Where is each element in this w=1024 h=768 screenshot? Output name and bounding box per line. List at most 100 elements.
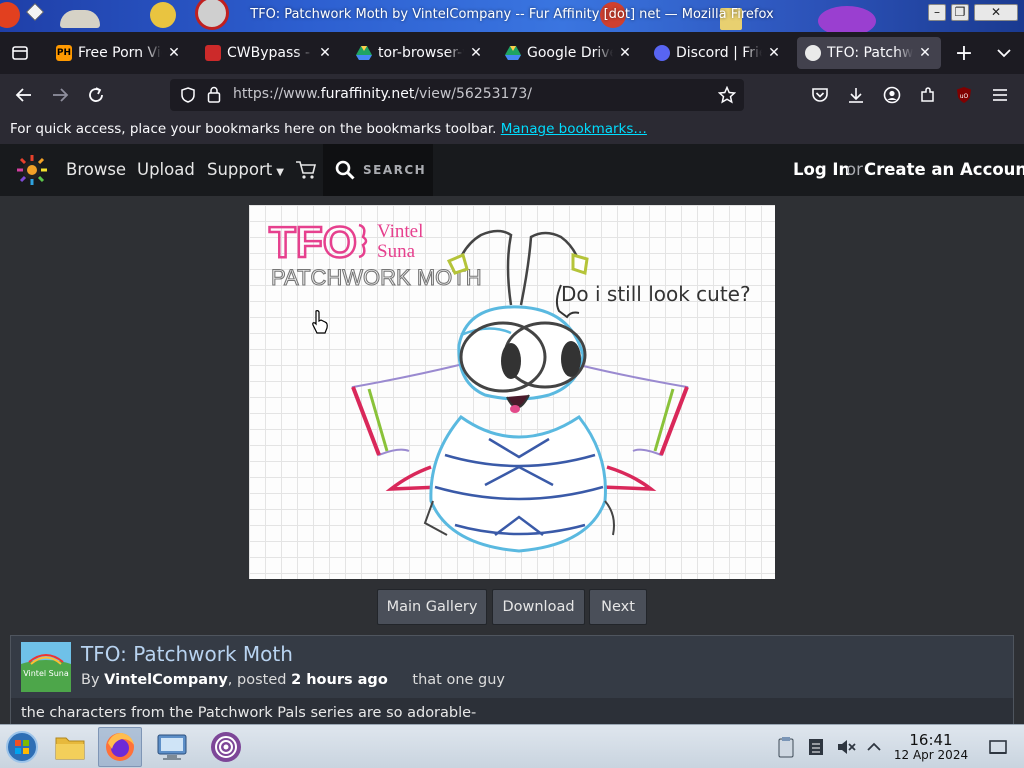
tab-label: tor-browser-windows [378,45,464,61]
reload-button[interactable] [84,83,108,107]
search-icon [335,160,355,180]
back-button[interactable] [12,83,36,107]
posted-time: 2 hours ago [291,672,388,688]
arrow-left-icon [15,88,31,102]
forward-button[interactable] [48,83,72,107]
tab-close-icon[interactable]: ✕ [917,45,933,61]
nav-support-dropdown[interactable]: Support ▼ [207,160,284,179]
nav-browse-link[interactable]: Browse [66,160,126,179]
url-bar[interactable]: https://www.furaffinity.net/view/5625317… [170,79,744,111]
list-all-tabs-button[interactable] [992,41,1016,65]
tab-1[interactable]: CWBypass - Tor ✕ [197,37,341,69]
lock-icon[interactable] [207,86,221,103]
tab-label: Free Porn Videos [78,45,162,61]
next-button[interactable]: Next [589,589,647,625]
window-title: TFO: Patchwork Moth by VintelCompany -- … [250,7,774,22]
search-placeholder: SEARCH [363,163,427,177]
url-domain: furaffinity.net [320,86,415,102]
new-tab-button[interactable]: + [952,41,976,66]
nav-upload-link[interactable]: Upload [137,160,195,179]
tab-label: CWBypass - Tor [227,45,313,61]
tab-strip: PH Free Porn Videos ✕ CWBypass - Tor ✕ t… [0,32,1024,74]
tab-5[interactable]: TFO: Patchwork Moth ✕ [797,37,941,69]
tab-3[interactable]: Google Drive ✕ [497,37,641,69]
tab-label: Google Drive [527,45,613,61]
downloads-button[interactable] [844,83,868,107]
tab-manager-icon [12,46,28,60]
submission-description: the characters from the Patchwork Pals s… [11,698,1013,724]
tab-close-icon[interactable]: ✕ [766,45,782,61]
show-desktop-button[interactable] [980,727,1016,767]
desktop-icon [989,740,1007,754]
chevron-up-icon [867,742,881,751]
author-link[interactable]: VintelCompany [104,672,228,688]
submission-title: TFO: Patchwork Moth [81,642,293,666]
hamburger-menu-icon [993,89,1007,101]
bookmarks-toolbar: For quick access, place your bookmarks h… [0,116,1024,144]
url-text[interactable]: https://www.furaffinity.net/view/5625317… [233,86,532,102]
extensions-button[interactable] [916,83,940,107]
tab-0[interactable]: PH Free Porn Videos ✕ [48,37,190,69]
tab-groups-button[interactable] [8,41,32,65]
clock-date: 12 Apr 2024 [893,748,969,762]
artwork-subtitle: PATCHWORK MOTH [271,265,482,290]
maximize-button[interactable]: ❐ [951,4,969,21]
shield-icon[interactable] [180,87,196,103]
or-text: or [846,160,863,179]
pocket-button[interactable] [808,83,832,107]
start-button[interactable] [0,727,44,767]
tray-expand[interactable] [856,727,892,767]
minimize-button[interactable]: – [928,4,946,21]
app-menu-button[interactable] [988,83,1012,107]
taskbar-file-manager[interactable] [48,727,92,767]
url-path: /view/56253173/ [414,86,532,102]
create-account-link[interactable]: Create an Account [864,160,1024,179]
reload-icon [89,87,103,102]
bookmarks-hint-text: For quick access, place your bookmarks h… [10,121,497,137]
taskbar-tor-browser[interactable] [204,727,248,767]
main-gallery-button[interactable]: Main Gallery [377,589,487,625]
artwork-drawing: TFO Vintel Suna PATCHWORK MOTH Do i stil… [268,217,751,553]
close-window-button[interactable]: ✕ [974,4,1018,21]
download-icon [849,88,863,103]
puzzle-icon [921,87,934,102]
cwbypass-icon [205,45,221,61]
tab-close-icon[interactable]: ✕ [166,45,182,61]
firefox-icon [106,733,134,761]
site-search-box[interactable]: SEARCH [323,144,433,196]
avatar-text: Vintel Suna [23,669,69,678]
furaffinity-logo-icon[interactable] [14,152,50,188]
manage-bookmarks-link[interactable]: Manage bookmarks… [501,121,647,137]
google-drive-icon [505,45,521,61]
folder-icon [55,737,85,760]
tab-2[interactable]: tor-browser-windows ✕ [348,37,492,69]
taskbar-clock[interactable]: 16:41 12 Apr 2024 [888,732,974,763]
computer-settings-icon [157,734,187,760]
shopping-cart-icon[interactable] [295,160,317,180]
furaffinity-icon [805,45,821,61]
arrow-right-icon [53,88,69,102]
artwork-logo-text: TFO [269,218,357,267]
submission-info-panel: Vintel Suna TFO: Patchwork Moth By Vinte… [10,635,1014,724]
clipboard-icon [778,737,794,758]
ublock-origin-button[interactable]: uO [952,83,976,107]
tab-4[interactable]: Discord | Friends ✕ [646,37,790,69]
taskbar-firefox[interactable] [98,727,142,767]
account-button[interactable] [880,83,904,107]
tab-close-icon[interactable]: ✕ [468,45,484,61]
notes-icon [809,739,823,755]
tab-close-icon[interactable]: ✕ [617,45,633,61]
download-button[interactable]: Download [492,589,585,625]
submission-image[interactable]: TFO Vintel Suna PATCHWORK MOTH Do i stil… [249,205,775,579]
tab-label: TFO: Patchwork Moth [827,45,913,61]
bookmark-star-icon[interactable] [718,86,736,104]
tab-label: Discord | Friends [676,45,762,61]
author-avatar[interactable]: Vintel Suna [21,642,71,692]
login-link[interactable]: Log In [793,160,850,179]
submission-tag: that one guy [412,672,506,688]
navigation-toolbar: https://www.furaffinity.net/view/5625317… [0,74,1024,116]
page-content: Browse Upload Support ▼ SEARCH Log In or … [0,144,1024,724]
taskbar-system-settings[interactable] [150,727,194,767]
volume-muted-icon [838,740,856,754]
tab-close-icon[interactable]: ✕ [317,45,333,61]
